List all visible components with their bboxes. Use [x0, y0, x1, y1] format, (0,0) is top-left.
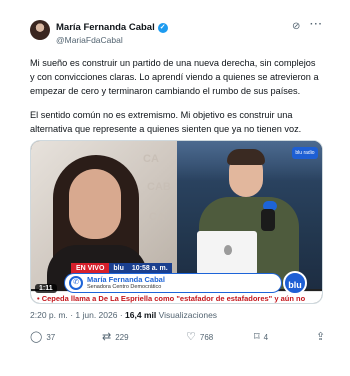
- background-text: CA: [149, 211, 165, 223]
- reply-button[interactable]: ◯ 37: [30, 332, 55, 343]
- tweet-meta: 2:20 p. m. · 1 jun. 2026 · 16,4 mil Visu…: [30, 310, 217, 320]
- video-right-pane: blu radio: [177, 141, 322, 289]
- author-handle[interactable]: @MariaFdaCabal: [56, 35, 123, 45]
- avatar[interactable]: [30, 20, 50, 40]
- verified-icon: ✓: [157, 22, 168, 33]
- channel-label: blu: [109, 263, 128, 274]
- lower-third: ✆ María Fernanda Cabal Senadora Centro D…: [65, 274, 281, 292]
- speaker-face: [69, 169, 121, 239]
- apple-logo-icon: [224, 245, 232, 255]
- reply-icon: ◯: [30, 331, 43, 343]
- news-ticker: • Cepeda llama a De La Espriella como "e…: [31, 291, 322, 303]
- author-row: María Fernanda Cabal ✓: [56, 22, 168, 33]
- live-bar: EN VIVO blu 10:58 a. m.: [71, 263, 172, 274]
- repost-icon: ⇄: [102, 331, 112, 343]
- bookmark-button[interactable]: ⌑ 4: [254, 332, 268, 343]
- tweet-text-paragraph-2: El sentido común no es extremismo. Mi ob…: [30, 110, 302, 134]
- host-hair: [227, 149, 265, 165]
- bookmark-count: 4: [263, 333, 269, 342]
- view-count: 16,4 mil: [125, 310, 157, 320]
- tweet-text-paragraph-1: Mi sueño es construir un partido de una …: [30, 58, 319, 96]
- channel-logo: blu: [283, 271, 307, 295]
- share-icon: ⇪: [316, 331, 326, 343]
- like-button[interactable]: ♡ 768: [186, 332, 213, 343]
- tweet-card: María Fernanda Cabal ✓ @MariaFdaCabal ⊘ …: [20, 12, 332, 364]
- repost-button[interactable]: ⇄ 229: [102, 332, 129, 343]
- ticker-text: • Cepeda llama a De La Espriella como "e…: [37, 294, 306, 303]
- video-duration: 1:11: [35, 284, 57, 293]
- grok-icon[interactable]: ⊘: [292, 21, 300, 32]
- live-label: EN VIVO: [71, 263, 110, 274]
- guest-name: María Fernanda Cabal: [87, 275, 165, 284]
- share-button[interactable]: ⇪: [316, 332, 325, 343]
- reply-count: 37: [46, 333, 56, 342]
- post-time[interactable]: 2:20 p. m.: [30, 310, 68, 320]
- bookmark-icon: ⌑: [254, 331, 260, 343]
- like-icon: ♡: [186, 331, 196, 343]
- microphone-icon: [261, 209, 275, 231]
- views-label: Visualizaciones: [158, 310, 218, 320]
- repost-count: 229: [115, 333, 129, 342]
- more-icon[interactable]: ···: [310, 19, 323, 30]
- channel-corner-logo: blu radio: [292, 147, 318, 159]
- guest-role: Senadora Centro Democrático: [87, 284, 162, 290]
- live-time: 10:58 a. m.: [127, 263, 172, 274]
- action-bar: ◯ 37 ⇄ 229 ♡ 768 ⌑ 4 ⇪: [20, 328, 332, 348]
- video-player[interactable]: CA CAB CA blu radio EN VIVO blu 10:58 a.…: [30, 140, 323, 304]
- background-text: CAB: [147, 181, 171, 193]
- like-count: 768: [199, 333, 214, 342]
- phone-icon: ✆: [69, 276, 83, 290]
- tweet-header: María Fernanda Cabal ✓ @MariaFdaCabal ⊘ …: [20, 12, 332, 48]
- background-text: CA: [143, 153, 159, 165]
- author-name[interactable]: María Fernanda Cabal: [56, 22, 155, 33]
- post-date[interactable]: 1 jun. 2026: [75, 310, 117, 320]
